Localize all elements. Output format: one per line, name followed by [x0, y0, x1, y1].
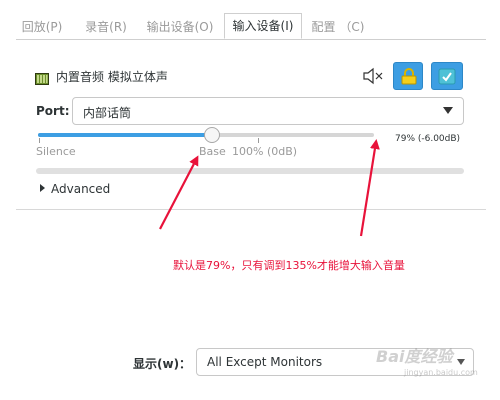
advanced-label: Advanced	[51, 182, 111, 196]
divider	[16, 209, 486, 210]
device-title: 内置音频 模拟立体声	[56, 70, 168, 84]
show-label: 显示(w)：	[133, 357, 192, 371]
expander-arrow-icon	[40, 184, 45, 192]
base-label: Base	[199, 145, 226, 158]
tab-recording[interactable]: 录音(R)	[80, 14, 132, 38]
peak-meter	[36, 168, 464, 174]
tab-playback[interactable]: 回放(P)	[16, 14, 68, 38]
advanced-expander[interactable]: Advanced	[40, 182, 110, 196]
chevron-down-icon	[457, 359, 465, 365]
sound-card-icon	[35, 70, 49, 85]
checkmark-icon	[438, 68, 456, 85]
tab-bar: 回放(P) 录音(R) 输出设备(O) 输入设备(I) 配置 （C)	[16, 13, 486, 40]
annotation-text: 默认是79%，只有调到135%才能增大输入音量	[173, 259, 405, 272]
volume-slider-fill	[38, 133, 212, 137]
port-select[interactable]: 内部话筒	[72, 97, 464, 125]
speaker-mute-icon[interactable]	[362, 67, 384, 85]
set-default-button[interactable]	[431, 62, 463, 90]
volume-readout: 79% (-6.00dB)	[395, 134, 461, 144]
silence-label: Silence	[36, 145, 76, 158]
lock-channels-button[interactable]	[393, 62, 423, 90]
chevron-down-icon	[443, 107, 453, 114]
hundred-percent-label: 100% (0dB)	[232, 145, 298, 158]
tick-100	[258, 138, 259, 143]
volume-slider-handle[interactable]	[203, 127, 220, 143]
tick-silence	[39, 138, 40, 143]
baidu-watermark-url: jingyan.baidu.com	[404, 368, 478, 377]
baidu-watermark: Bai度经验	[376, 347, 453, 366]
lock-icon	[401, 68, 417, 85]
port-value: 内部话筒	[83, 106, 132, 120]
show-value: All Except Monitors	[207, 355, 323, 369]
tab-output-devices[interactable]: 输出设备(O)	[142, 14, 218, 38]
tab-configuration[interactable]: 配置 （C)	[306, 14, 370, 38]
port-label: Port:	[36, 104, 70, 118]
tab-input-devices[interactable]: 输入设备(I)	[224, 13, 302, 39]
annotation-arrow-right	[359, 139, 380, 237]
annotation-arrows	[159, 139, 380, 237]
